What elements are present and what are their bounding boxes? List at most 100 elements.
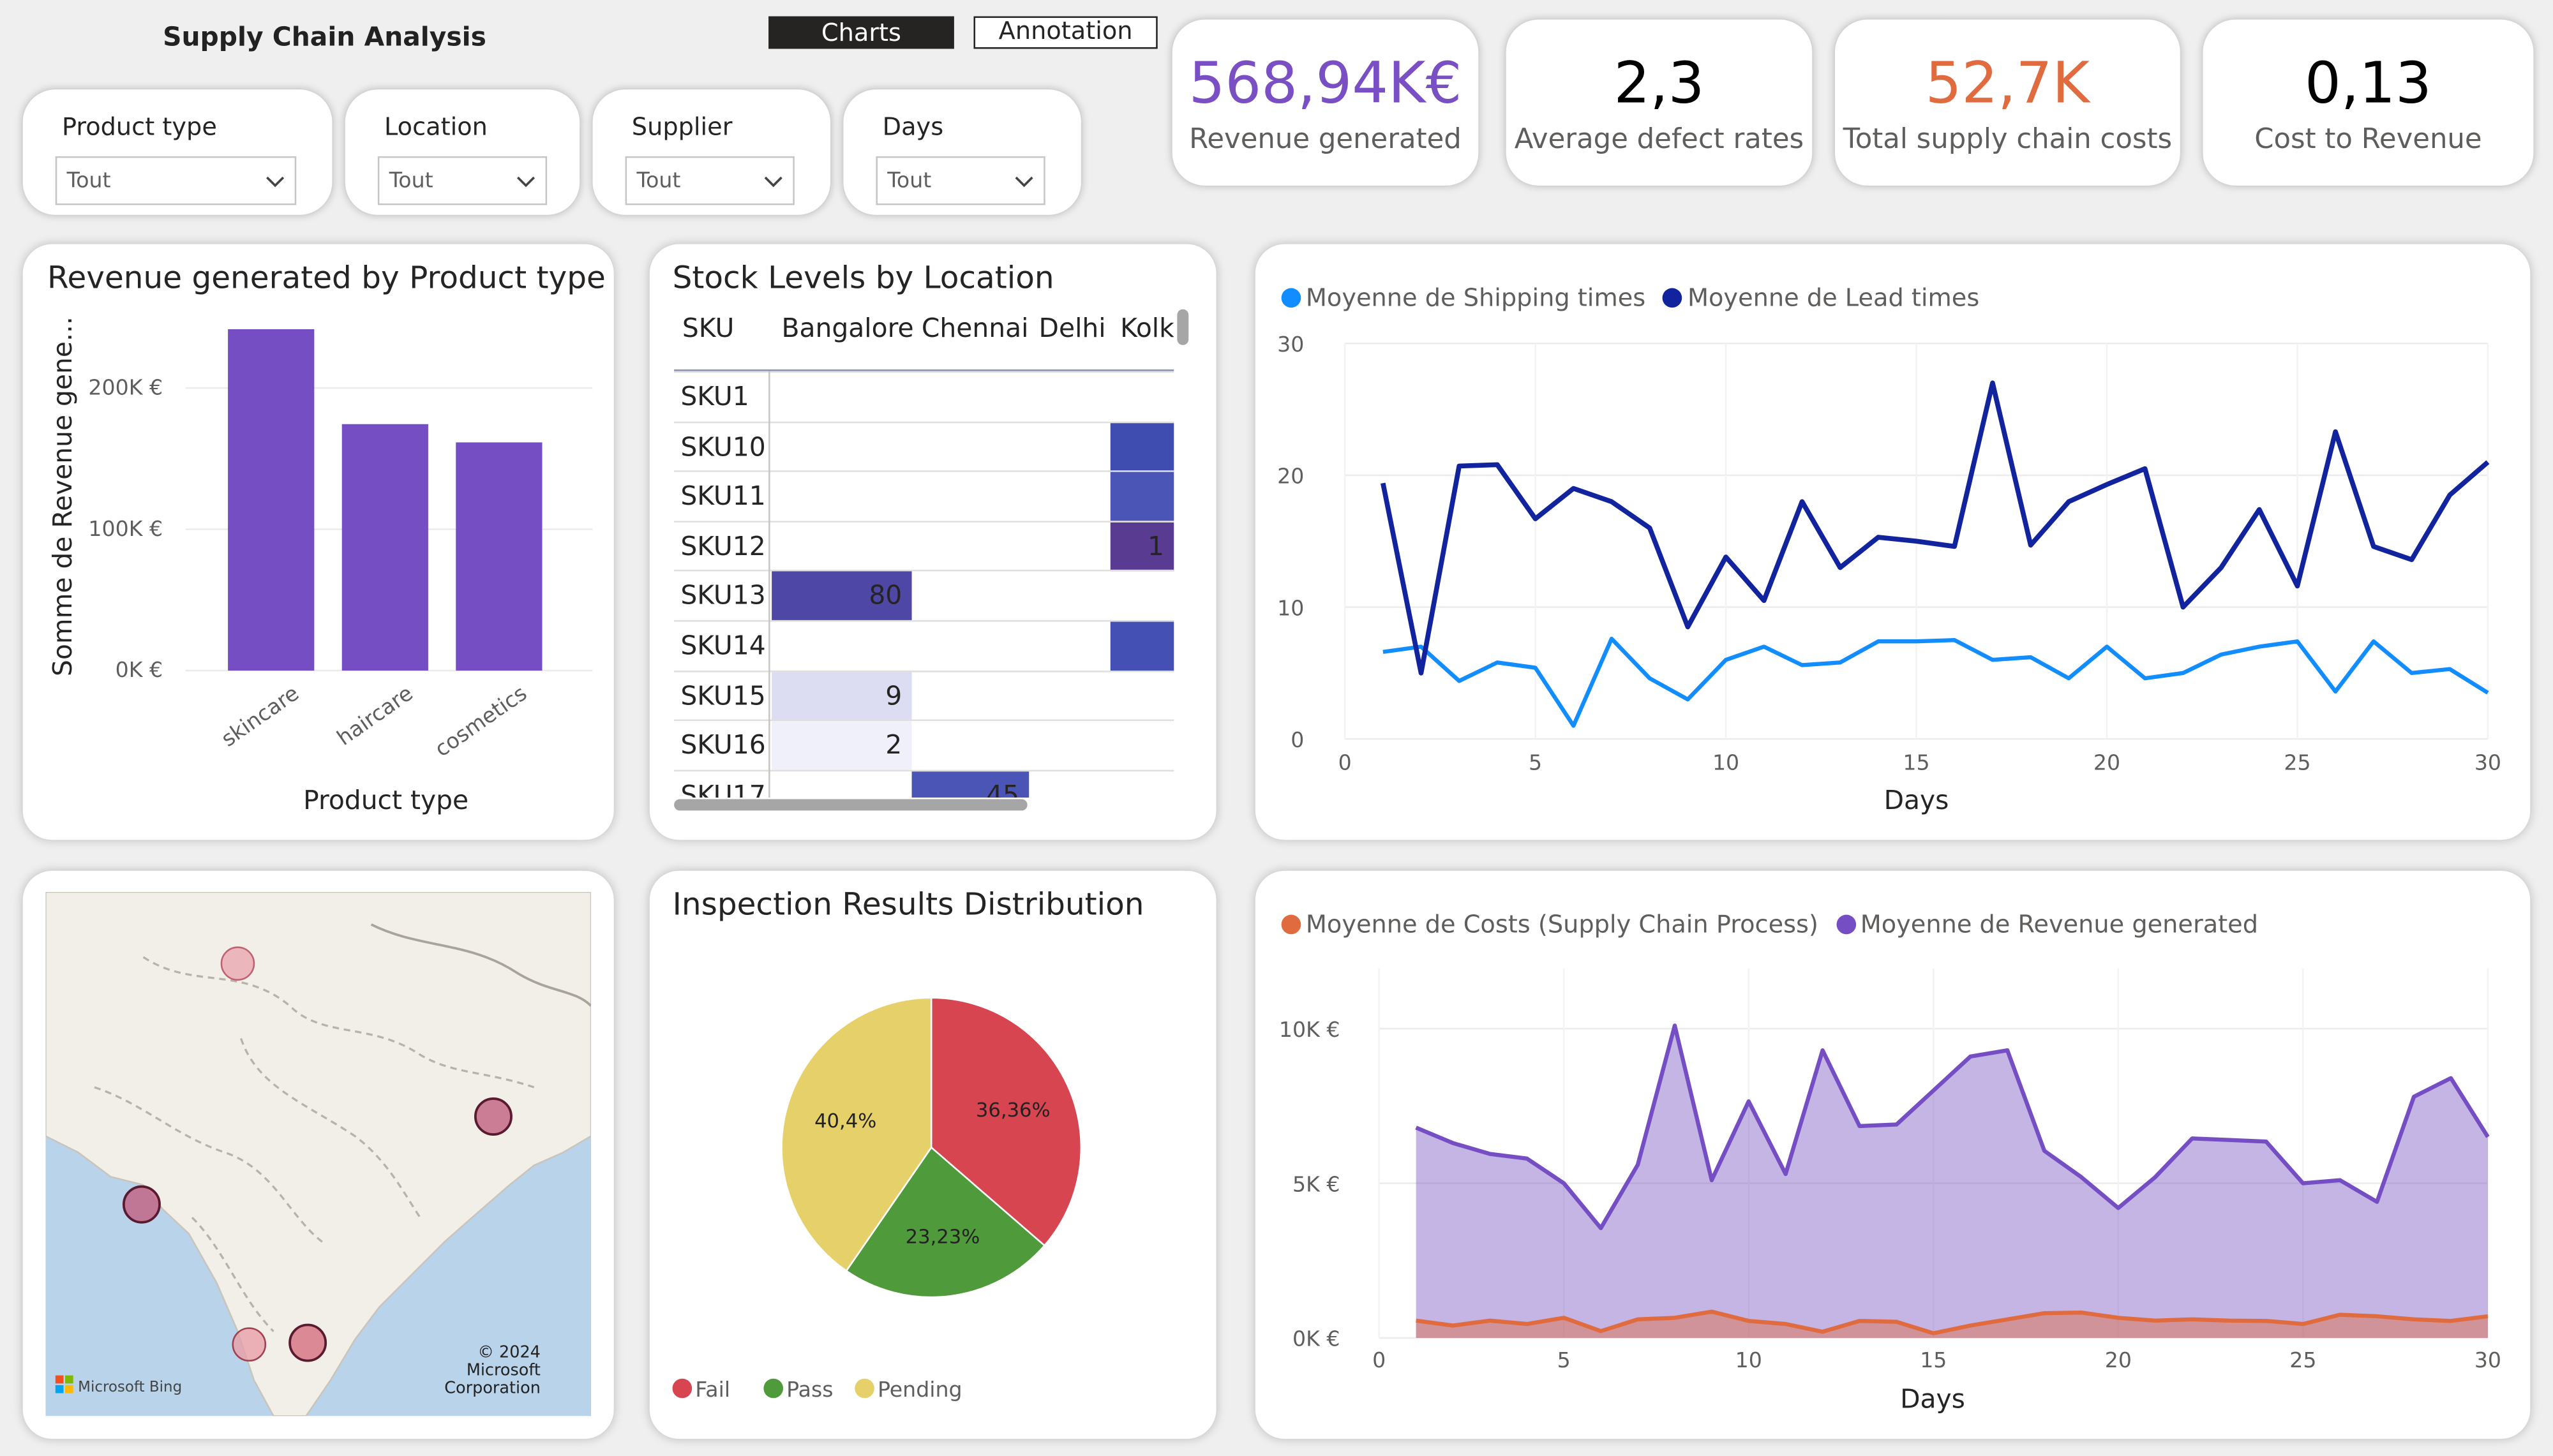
- matrix-title: Stock Levels by Location: [672, 260, 1054, 297]
- kpi-label: Total supply chain costs: [1843, 123, 2173, 156]
- x-tick-label: 15: [1920, 1348, 1947, 1372]
- page-title: Supply Chain Analysis: [163, 21, 486, 52]
- matrix-row[interactable]: SKU1: [674, 371, 1174, 420]
- matrix-column-header[interactable]: SKU: [682, 313, 734, 343]
- x-tick-label: 20: [2105, 1348, 2132, 1372]
- product-type-slicer: Product type Tout: [22, 89, 333, 215]
- product-type-dropdown[interactable]: Tout: [55, 156, 297, 205]
- sku-label: SKU11: [680, 480, 766, 512]
- x-axis-title: Days: [1900, 1384, 1965, 1415]
- location-marker-kolkata[interactable]: [474, 1097, 513, 1136]
- matrix-cell: [1110, 621, 1174, 671]
- kpi-label: Average defect rates: [1514, 123, 1804, 156]
- sku-label: SKU13: [680, 580, 766, 611]
- y-tick-label: 5K €: [1292, 1171, 1340, 1196]
- dropdown-value: Tout: [636, 169, 681, 194]
- location-marker-delhi[interactable]: [220, 946, 255, 981]
- dropdown-value: Tout: [887, 169, 932, 194]
- location-marker-bangalore[interactable]: [232, 1327, 267, 1362]
- x-tick-label: 5: [1557, 1348, 1571, 1372]
- bar-skincare[interactable]: [228, 329, 315, 671]
- matrix-cell: 1: [1110, 522, 1174, 571]
- bar-cosmetics[interactable]: [456, 442, 543, 671]
- x-tick-label: skincare: [216, 680, 303, 751]
- supplier-slicer: Supplier Tout: [592, 89, 831, 215]
- kpi-value: 0,13: [2305, 52, 2432, 117]
- india-map[interactable]: [45, 891, 592, 1416]
- annotation-nav-button[interactable]: Annotation: [973, 16, 1158, 49]
- sku-label: SKU14: [680, 630, 766, 661]
- matrix-column-header[interactable]: Delhi: [1039, 313, 1106, 343]
- pie-chart: 36,36% 23,23% 40,4% Fail Pass Pending: [672, 997, 1082, 1402]
- chevron-down-icon: [1015, 176, 1033, 188]
- matrix-row[interactable]: SKU11: [674, 470, 1174, 521]
- y-tick-label: 200K €: [88, 375, 163, 399]
- chevron-down-icon: [516, 176, 535, 188]
- days-dropdown[interactable]: Tout: [876, 156, 1045, 205]
- bar-chart: 0K € 100K € 200K € skincare haircare cosmetic…: [47, 316, 593, 815]
- matrix-column-header[interactable]: Chennai: [922, 313, 1029, 343]
- kpi-value: 2,3: [1613, 52, 1705, 117]
- location-slicer: Location Tout: [345, 89, 580, 215]
- slicer-label: Location: [384, 112, 488, 142]
- legend-dot-icon: [855, 1378, 874, 1399]
- slicer-label: Supplier: [631, 112, 733, 142]
- x-tick-label: 20: [2093, 750, 2120, 775]
- kpi-value: 52,7K: [1925, 52, 2090, 117]
- matrix-column-header[interactable]: Bangalore: [781, 313, 913, 343]
- sku-label: SKU16: [680, 729, 766, 761]
- sku-label: SKU1: [680, 380, 749, 412]
- legend-label[interactable]: Pass: [786, 1377, 833, 1402]
- slicer-label: Product type: [61, 112, 217, 142]
- x-axis-title: Product type: [303, 785, 468, 815]
- dashboard-page: Supply Chain Analysis Charts Annotation …: [0, 0, 2553, 1456]
- matrix-row[interactable]: 80 SKU13: [674, 570, 1174, 621]
- map-copyright: © 2024 Microsoft Corporation: [426, 1344, 541, 1398]
- chevron-down-icon: [764, 176, 782, 188]
- x-tick-label: 5: [1529, 750, 1542, 775]
- sku-label: SKU17: [680, 779, 766, 798]
- y-tick-label: 30: [1277, 332, 1304, 357]
- y-tick-label: 0K €: [116, 657, 163, 682]
- y-tick-label: 10: [1277, 595, 1304, 620]
- copyright-line: © 2024: [477, 1344, 541, 1363]
- slicer-label: Days: [882, 112, 944, 142]
- location-dropdown[interactable]: Tout: [377, 156, 548, 205]
- matrix-column-header[interactable]: Kolka: [1120, 313, 1174, 343]
- y-axis-title: Somme de Revenue gene...: [47, 316, 78, 676]
- matrix-row[interactable]: 1 SKU12: [674, 520, 1174, 571]
- matrix-row[interactable]: 45 SKU17: [674, 769, 1174, 798]
- lead-times-line[interactable]: [1381, 380, 2490, 676]
- kpi-label: Revenue generated: [1189, 123, 1462, 156]
- days-slicer: Days Tout: [843, 89, 1081, 215]
- legend-dot-icon: [763, 1378, 784, 1399]
- legend-label[interactable]: Fail: [695, 1377, 730, 1402]
- pie-data-label: 40,4%: [814, 1110, 876, 1133]
- horizontal-scrollbar[interactable]: [674, 799, 1028, 811]
- location-marker-chennai[interactable]: [288, 1323, 327, 1362]
- sku-label: SKU10: [680, 430, 766, 462]
- matrix-row[interactable]: SKU14: [674, 620, 1174, 671]
- matrix-row[interactable]: SKU10: [674, 420, 1174, 472]
- x-tick-label: 25: [2289, 1348, 2316, 1372]
- matrix-row[interactable]: 2 SKU16: [674, 720, 1174, 771]
- copyright-line: Microsoft: [466, 1362, 541, 1381]
- dropdown-value: Tout: [389, 169, 433, 194]
- pie-data-label: 36,36%: [976, 1099, 1051, 1122]
- bar-haircare[interactable]: [341, 424, 428, 671]
- map-attribution-text: Microsoft Bing: [78, 1380, 183, 1397]
- vertical-scrollbar[interactable]: [1177, 309, 1189, 345]
- map-attribution: Microsoft Bing: [55, 1375, 183, 1397]
- y-tick-label: 20: [1277, 464, 1304, 489]
- matrix-row[interactable]: 9 SKU15: [674, 669, 1174, 721]
- location-marker-mumbai[interactable]: [122, 1185, 161, 1224]
- shipping-times-line[interactable]: [1382, 636, 2489, 728]
- matrix-cell: 80: [772, 572, 912, 621]
- line-chart: 0 10 20 30 0 5 10 15 20 25 30 Days: [1277, 332, 2501, 815]
- legend-label[interactable]: Pending: [878, 1377, 962, 1402]
- matrix-cell: 45: [911, 771, 1029, 798]
- supplier-dropdown[interactable]: Tout: [625, 156, 795, 205]
- x-tick-label: 10: [1712, 750, 1739, 775]
- charts-nav-button[interactable]: Charts: [768, 16, 954, 49]
- matrix-column-divider: [768, 371, 770, 798]
